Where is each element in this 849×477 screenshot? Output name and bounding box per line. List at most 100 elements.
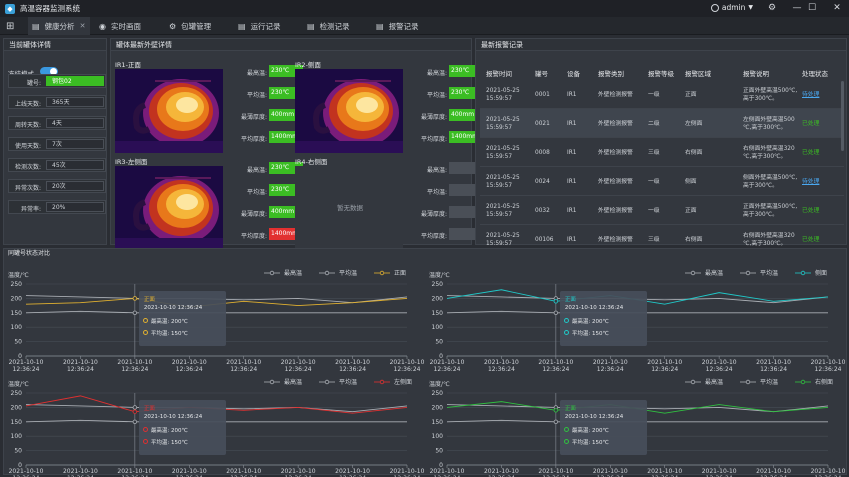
- thermal-image-empty[interactable]: 暂无数据: [295, 166, 403, 250]
- table-row[interactable]: 2021-05-25 15:59:57 0021 IR1 外壁检测报警 二级 左侧面 左侧面外…: [480, 109, 844, 138]
- scrollbar[interactable]: [841, 81, 844, 151]
- tooltip-date: 2021-10-10 12:36:24: [143, 414, 203, 420]
- data-point: [132, 419, 138, 424]
- table-row[interactable]: 2021-05-25 15:59:57 0024 IR1 外壁检测报警 一级 侧面 侧面外壁高…: [480, 167, 844, 196]
- trend-panel: 同罐号状态对比 温度/℃ 0 50 100 150 200 250 2021-10-10 12:…: [3, 248, 847, 477]
- legend-label: 左侧面: [394, 378, 412, 386]
- trend-chart[interactable]: 温度/℃0501001502002502021-10-1012:36:24202…: [425, 376, 846, 477]
- tooltip-marker: [142, 427, 148, 432]
- close-tab-icon[interactable]: ✕: [80, 22, 86, 30]
- trend-chart[interactable]: 温度/℃0501001502002502021-10-1012:36:24202…: [4, 267, 425, 376]
- legend-marker: [800, 270, 806, 276]
- y-axis-label: 温度/℃: [8, 380, 29, 388]
- tab-icon: ▤: [238, 21, 246, 31]
- panel-title: 最新报警记录: [476, 39, 846, 51]
- x-tick-label: 2021-10-10: [593, 359, 628, 366]
- x-tick-label: 2021-10-10: [647, 359, 682, 366]
- alarm-description: 右侧面外壁高温320: [743, 146, 795, 152]
- tab-realtime[interactable]: ◉ 实时画面: [99, 17, 141, 35]
- table-row[interactable]: 2021-05-25 15:59:57 0008 IR1 外壁检测报警 三级 右侧面 右侧面外…: [480, 138, 844, 167]
- x-tick-label: 12:36:24: [542, 366, 569, 373]
- y-tick-label: 100: [11, 433, 23, 440]
- grid-menu-icon[interactable]: ⊞: [6, 21, 14, 32]
- alarm-description: ℃,高于300℃。: [743, 241, 787, 247]
- row-value: 4天: [46, 118, 104, 128]
- tank-detail-panel: 当前罐体详情 冻结模式 罐号:钢包02 上线天数:365天 周转天数:4天 使用…: [3, 38, 107, 245]
- y-tick-label: 200: [11, 404, 23, 411]
- x-tick-label: 2021-10-10: [538, 359, 573, 366]
- row-value: 7次: [46, 139, 104, 149]
- tooltip-marker: [142, 318, 148, 323]
- alarm-device: IR1: [567, 237, 577, 243]
- metric-label: 平均厚度:: [240, 136, 267, 143]
- data-point: [553, 419, 559, 424]
- tooltip-title: 正面: [564, 406, 576, 412]
- tab-detection-records[interactable]: ▤ 检测记录: [307, 17, 350, 35]
- metric-label: 最薄厚度:: [240, 114, 267, 121]
- x-tick-label: 2021-10-10: [335, 468, 370, 475]
- data-point: [132, 405, 138, 410]
- alarm-date: 2021-05-25: [486, 204, 520, 210]
- x-tick-label: 2021-10-10: [281, 468, 316, 475]
- x-tick-label: 12:36:24: [13, 366, 40, 373]
- legend-marker: [745, 379, 751, 385]
- trend-chart[interactable]: 温度/℃0501001502002502021-10-1012:36:24202…: [4, 376, 425, 477]
- row-label: 罐号:: [26, 80, 41, 87]
- tab-health-analysis[interactable]: ▤ 健康分析 ✕: [28, 17, 90, 35]
- x-tick-label: 2021-10-10: [9, 359, 44, 366]
- tooltip-title: 正面: [143, 406, 155, 412]
- thermal-image[interactable]: [115, 166, 223, 250]
- process-link[interactable]: 待处理: [802, 178, 819, 186]
- panel-title: 同罐号状态对比: [8, 250, 51, 257]
- alarm-area: 正面: [685, 208, 697, 214]
- data-point: [132, 409, 138, 414]
- legend-label: 最高温: [284, 378, 302, 386]
- chart-tooltip: 正面 2021-10-10 12:36:24 最高温: 200℃ 平均温: 150℃: [559, 400, 647, 455]
- process-link[interactable]: 待处理: [802, 91, 819, 99]
- detail-row-checks: 检测次数: 45次: [8, 158, 106, 172]
- settings-button[interactable]: ⚙: [761, 0, 783, 17]
- data-point: [553, 299, 559, 304]
- thermal-image[interactable]: [295, 69, 403, 153]
- x-tick-label: 12:36:24: [597, 366, 624, 373]
- tooltip-avg: 平均温: 150℃: [150, 331, 188, 337]
- thermal-image[interactable]: [115, 69, 223, 153]
- legend-marker: [379, 379, 385, 385]
- user-menu[interactable]: admin ▼: [710, 3, 753, 12]
- y-tick-label: 250: [11, 281, 23, 288]
- tooltip-date: 2021-10-10 12:36:24: [564, 414, 624, 420]
- title-bar: ◆ 高温容器监测系统 admin ▼ ⚙ — ☐ ✕: [0, 0, 849, 17]
- alarm-area: 右侧面: [685, 237, 703, 243]
- alarm-area: 左侧面: [685, 121, 703, 127]
- y-tick-label: 150: [432, 310, 444, 317]
- close-button[interactable]: ✕: [826, 0, 848, 17]
- app-logo-icon: ◆: [5, 3, 15, 14]
- detail-row-used: 使用天数: 7次: [8, 137, 106, 151]
- y-tick-label: 250: [11, 390, 23, 397]
- alarm-tank: 0008: [535, 150, 550, 156]
- data-point: [132, 310, 138, 315]
- tab-run-records[interactable]: ▤ 运行记录: [238, 17, 281, 35]
- tab-tank-management[interactable]: ⚙ 包罐管理: [169, 17, 211, 35]
- x-tick-label: 2021-10-10: [702, 359, 737, 366]
- maximize-button[interactable]: ☐: [801, 0, 823, 17]
- alarm-time: 15:59:57: [486, 154, 513, 160]
- x-tick-label: 12:36:24: [67, 366, 94, 373]
- y-axis-label: 温度/℃: [8, 271, 29, 279]
- metric-label: 平均温:: [426, 189, 447, 196]
- legend-label: 最高温: [705, 378, 723, 386]
- tab-icon: ▤: [376, 21, 384, 31]
- table-row[interactable]: 2021-05-25 15:59:57 0032 IR1 外壁检测报警 一级 正面 正面外壁高…: [480, 196, 844, 225]
- alarm-category: 外壁检测报警: [598, 150, 633, 156]
- tab-alarm-records[interactable]: ▤ 报警记录: [376, 17, 419, 35]
- tooltip-max: 最高温: 200℃: [571, 319, 609, 325]
- column-header: 设备: [567, 70, 580, 78]
- metric-label: 最高温:: [246, 70, 267, 77]
- trend-chart[interactable]: 温度/℃0501001502002502021-10-1012:36:24202…: [425, 267, 846, 376]
- alarm-date: 2021-05-25: [486, 175, 520, 181]
- tooltip-marker: [142, 439, 148, 444]
- chevron-down-icon: ▼: [748, 4, 753, 11]
- tab-label: 实时画面: [110, 21, 141, 31]
- row-label: 周转天数:: [14, 122, 41, 129]
- table-row[interactable]: 2021-05-25 15:59:57 0001 IR1 外壁检测报警 一级 正面 正面外壁高…: [480, 80, 844, 109]
